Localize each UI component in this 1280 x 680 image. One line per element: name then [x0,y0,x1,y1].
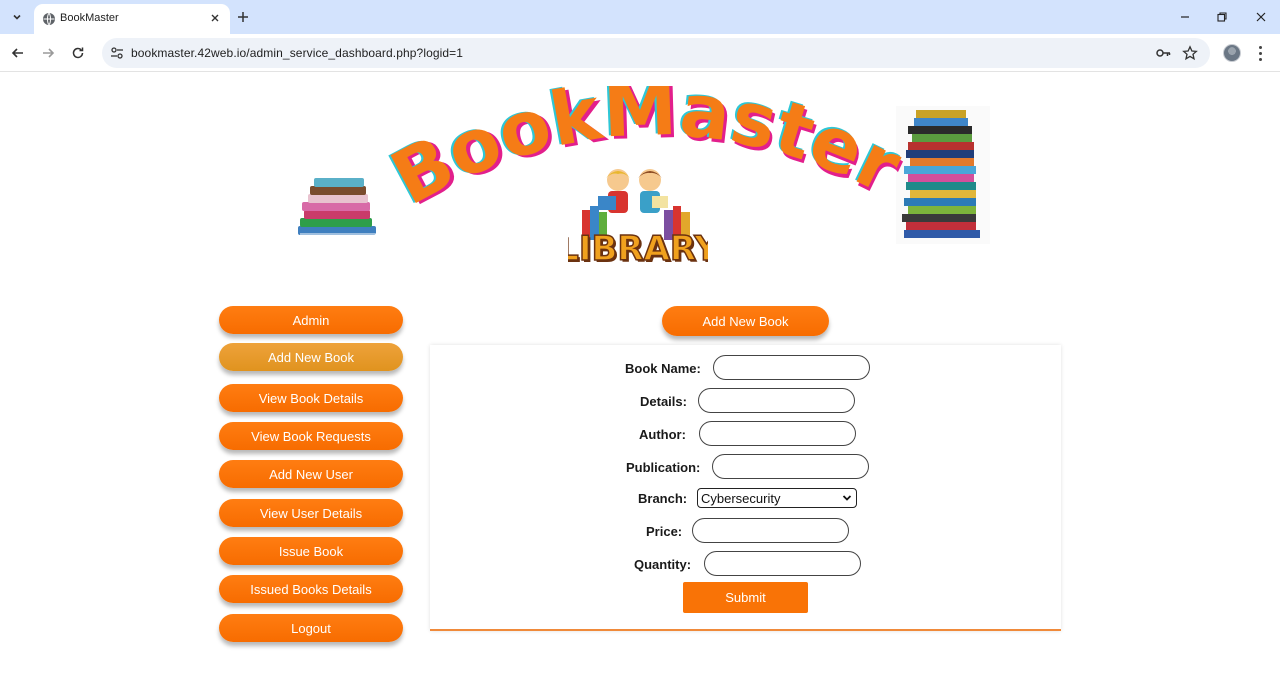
star-icon [1182,45,1198,61]
arrow-left-icon [11,48,23,58]
book-name-input[interactable] [713,355,870,380]
plus-icon [238,12,248,22]
browser-menu-button[interactable] [1254,44,1266,62]
price-input[interactable] [692,518,849,543]
chevron-down-icon [842,495,852,501]
globe-icon [43,12,55,26]
sidebar-item-admin[interactable]: Admin [219,306,403,334]
sidebar-item-add-new-book[interactable]: Add New Book [219,343,403,371]
address-bar[interactable]: bookmaster.42web.io/admin_service_dashbo… [102,38,1210,68]
close-icon [1256,12,1266,22]
sidebar-item-issued-books-details[interactable]: Issued Books Details [219,575,403,603]
arrow-right-icon [43,48,55,58]
tab-search-button[interactable] [6,6,28,28]
reload-icon [72,47,84,59]
branch-selected-value: Cybersecurity [701,490,781,506]
sidebar-item-view-book-requests[interactable]: View Book Requests [219,422,403,450]
sidebar-item-logout[interactable]: Logout [219,614,403,642]
profile-avatar[interactable] [1223,44,1241,62]
restore-button[interactable] [1214,9,1230,25]
back-button[interactable] [8,43,28,63]
author-label: Author: [639,427,686,442]
quantity-label: Quantity: [634,557,692,572]
branch-label: Branch: [638,491,688,506]
browser-tab-strip: BookMaster [0,0,1280,34]
kids-library-illustration: LIBRARY LIBRARY [568,169,708,271]
publication-label: Publication: [626,460,701,475]
quantity-input[interactable] [704,551,861,576]
price-label: Price: [646,524,683,539]
details-label: Details: [640,394,687,409]
close-window-button[interactable] [1253,9,1269,25]
author-input[interactable] [699,421,856,446]
url-text: bookmaster.42web.io/admin_service_dashbo… [131,46,464,60]
submit-button[interactable]: Submit [683,582,808,613]
publication-input[interactable] [712,454,869,479]
sidebar-item-add-new-user[interactable]: Add New User [219,460,403,488]
close-icon [211,14,219,22]
svg-text:LIBRARY: LIBRARY [568,229,708,269]
sidebar-item-view-user-details[interactable]: View User Details [219,499,403,527]
book-name-label: Book Name: [625,361,701,376]
tab-close-button[interactable] [208,11,222,25]
restore-icon [1217,12,1227,22]
password-key-button[interactable] [1155,45,1171,61]
tab-title: BookMaster [60,12,119,24]
forward-button[interactable] [38,43,58,63]
new-tab-button[interactable] [234,8,252,26]
minimize-button[interactable] [1177,9,1193,25]
details-input[interactable] [698,388,855,413]
add-new-book-heading[interactable]: Add New Book [662,306,829,336]
sidebar-item-issue-book[interactable]: Issue Book [219,537,403,565]
minimize-icon [1181,16,1189,18]
site-settings-icon[interactable] [110,46,124,60]
browser-tab[interactable]: BookMaster [34,4,230,34]
chevron-down-icon [13,14,21,20]
bookmaster-banner: BookMaster BookMaster BookMaster LIBRARY… [280,86,1000,286]
browser-toolbar: bookmaster.42web.io/admin_service_dashbo… [0,34,1280,72]
bookmark-button[interactable] [1182,45,1198,61]
reload-button[interactable] [68,43,88,63]
key-icon [1156,49,1171,57]
branch-select[interactable]: Cybersecurity [697,488,857,508]
sidebar-item-view-book-details[interactable]: View Book Details [219,384,403,412]
